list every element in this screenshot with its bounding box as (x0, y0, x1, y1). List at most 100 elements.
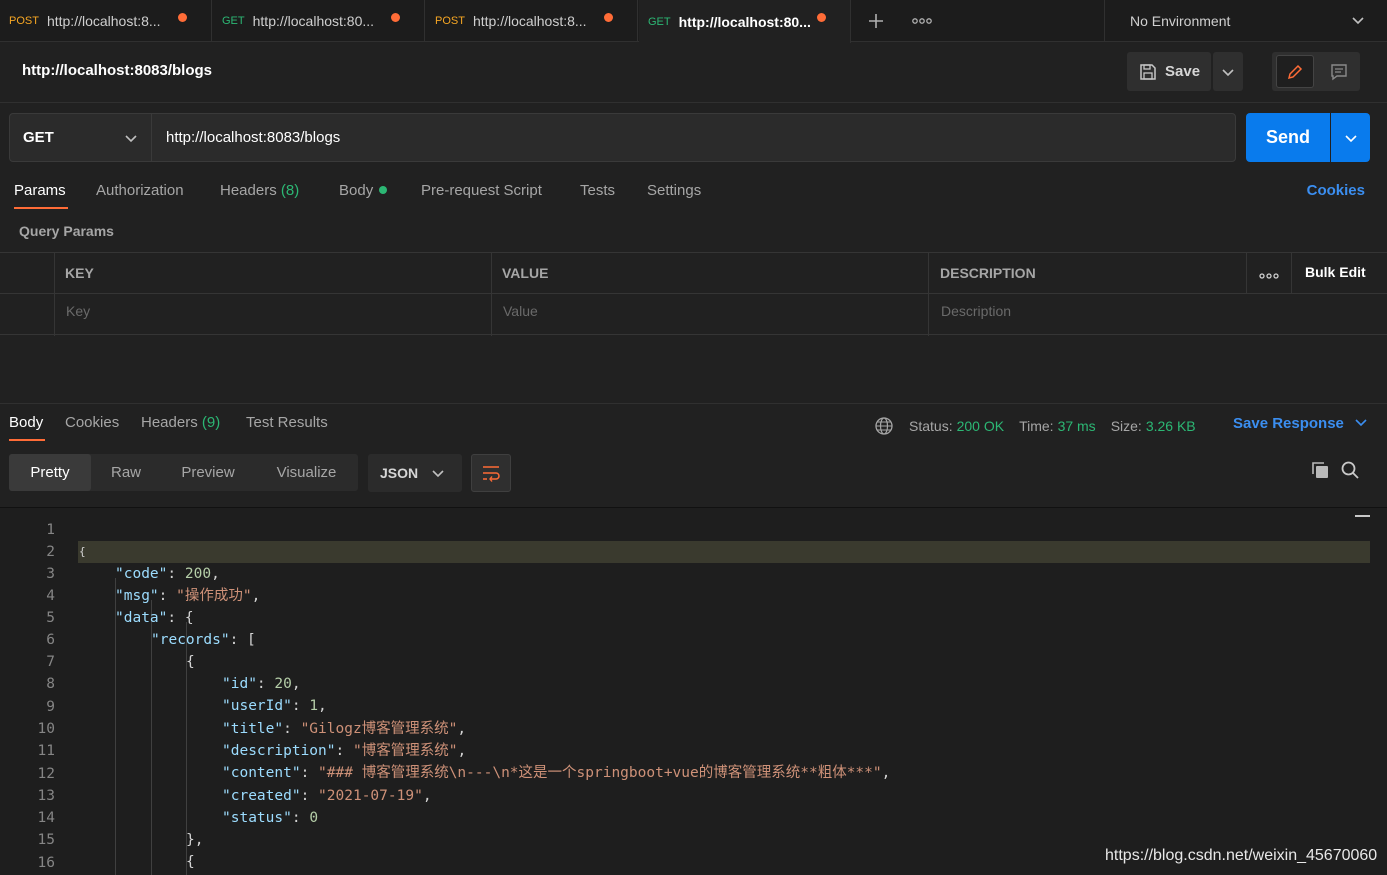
time-label: Time: (1019, 418, 1054, 434)
key-input[interactable]: Key (66, 303, 90, 319)
query-params-table: KEY VALUE DESCRIPTION Bulk Edit Key Valu… (0, 252, 1387, 336)
chevron-down-icon (1344, 134, 1357, 142)
size-label: Size: (1110, 418, 1142, 434)
request-tab-1[interactable]: POST http://localhost:8... (0, 0, 212, 42)
response-headers-count: (9) (201, 414, 221, 431)
watermark-text: https://blog.csdn.net/weixin_45670060 (1105, 847, 1378, 864)
divider (0, 102, 1387, 103)
request-tab-2[interactable]: GET http://localhost:80... (213, 0, 425, 42)
tab-settings[interactable]: Settings (647, 182, 701, 199)
size-value: 3.26 KB (1145, 418, 1196, 434)
globe-icon[interactable] (874, 416, 894, 436)
method-label: GET (23, 129, 54, 146)
description-input[interactable]: Description (941, 303, 1011, 319)
tab-method: POST (435, 15, 465, 27)
format-raw[interactable]: Raw (91, 454, 161, 491)
view-mode-toggle (1272, 52, 1360, 91)
plus-icon (869, 14, 883, 28)
code-line: 8 "userId": 1, (0, 651, 1387, 714)
response-tab-cookies[interactable]: Cookies (65, 414, 119, 431)
chevron-down-icon (1355, 419, 1367, 427)
code-line: 7 "id": 20, (0, 629, 1387, 692)
code-line: 3 "msg": "操作成功", (0, 541, 1387, 604)
response-tab-test-results[interactable]: Test Results (246, 414, 328, 431)
unsaved-dot-icon (604, 13, 613, 22)
new-tab-button[interactable] (867, 0, 885, 42)
tab-params[interactable]: Params (14, 182, 68, 209)
response-body-editor[interactable]: 1 { 2 "code": 200, 3 "msg": "操作成功", 4 "d… (0, 507, 1387, 875)
code-line: 6 { (0, 607, 1387, 670)
tab-method: POST (9, 15, 39, 27)
language-selector[interactable]: JSON (368, 454, 462, 492)
response-headers-label: Headers (141, 414, 198, 431)
tab-authorization[interactable]: Authorization (96, 182, 184, 199)
request-tab-strip: POST http://localhost:8... GET http://lo… (0, 0, 1387, 43)
save-label: Save (1165, 63, 1201, 80)
tab-headers[interactable]: Headers (8) (220, 182, 299, 199)
column-divider (54, 253, 55, 336)
send-options-button[interactable] (1331, 113, 1370, 162)
tab-tests[interactable]: Tests (580, 182, 615, 199)
divider (0, 403, 1387, 404)
code-line: 2 "code": 200, (0, 519, 1387, 582)
more-horizontal-icon (912, 18, 932, 24)
code-line: 5 "records": [ (0, 585, 1387, 648)
bulk-edit-button[interactable]: Bulk Edit (1305, 264, 1366, 280)
chevron-down-icon (1222, 68, 1234, 76)
edit-mode-button[interactable] (1276, 55, 1314, 88)
tab-body-label: Body (339, 182, 374, 199)
cookies-link[interactable]: Cookies (1307, 182, 1365, 199)
value-input[interactable]: Value (503, 303, 538, 319)
send-button[interactable]: Send (1246, 113, 1330, 162)
unsaved-dot-icon (817, 13, 826, 22)
search-icon[interactable] (1340, 460, 1360, 484)
column-divider (928, 253, 929, 336)
save-response-button[interactable]: Save Response (1233, 415, 1368, 432)
url-input[interactable] (151, 113, 1236, 162)
column-header-key: KEY (65, 265, 94, 281)
more-tabs-button[interactable] (912, 0, 932, 42)
headers-count: (8) (280, 182, 300, 199)
unsaved-dot-icon (178, 13, 187, 22)
code-line: 12 "created": "2021-07-19", (0, 741, 1387, 804)
wrap-lines-icon (483, 466, 500, 482)
time-value: 37 ms (1057, 418, 1096, 434)
column-divider (1291, 253, 1292, 293)
save-options-button[interactable] (1213, 52, 1243, 91)
chevron-down-icon (1352, 17, 1364, 25)
request-tab-4[interactable]: GET http://localhost:80... (639, 0, 851, 43)
column-options-button[interactable] (1259, 268, 1279, 285)
code-line: 10 "description": "博客管理系统", (0, 696, 1387, 759)
code-line: 1 { (0, 508, 1387, 558)
code-line: 14 }, (0, 785, 1387, 848)
tab-method: GET (648, 15, 671, 28)
format-pretty[interactable]: Pretty (9, 454, 91, 491)
copy-icon[interactable] (1310, 460, 1330, 484)
format-visualize[interactable]: Visualize (255, 454, 358, 491)
save-button[interactable]: Save (1127, 52, 1211, 91)
response-status-bar: Status: 200 OK Time: 37 ms Size: 3.26 KB (874, 416, 1211, 436)
tab-headers-label: Headers (220, 182, 277, 199)
tab-url: http://localhost:8... (472, 13, 587, 29)
request-tab-3[interactable]: POST http://localhost:8... (426, 0, 638, 42)
status-label: Status: (909, 418, 953, 434)
unsaved-dot-icon (391, 13, 400, 22)
response-tab-headers[interactable]: Headers (9) (141, 414, 220, 431)
code-line: 15 { (0, 807, 1387, 870)
request-tabs: Params Authorization Headers (8) Body Pr… (0, 178, 1387, 212)
column-header-value: VALUE (502, 265, 549, 281)
tab-pre-request-script[interactable]: Pre-request Script (421, 182, 542, 199)
response-tab-body[interactable]: Body (9, 414, 46, 441)
table-row-divider (0, 293, 1387, 294)
save-response-label: Save Response (1233, 415, 1344, 432)
environment-selector[interactable]: No Environment (1104, 0, 1387, 42)
tab-body[interactable]: Body (339, 182, 388, 199)
status-value: 200 OK (956, 418, 1005, 434)
method-selector[interactable]: GET (9, 113, 152, 162)
column-divider (491, 253, 492, 336)
wrap-lines-button[interactable] (471, 454, 511, 492)
tab-url: http://localhost:80... (678, 13, 811, 30)
code-line: 9 "title": "Gilogz博客管理系统", (0, 674, 1387, 737)
documentation-mode-button[interactable] (1322, 55, 1356, 88)
format-preview[interactable]: Preview (161, 454, 255, 491)
